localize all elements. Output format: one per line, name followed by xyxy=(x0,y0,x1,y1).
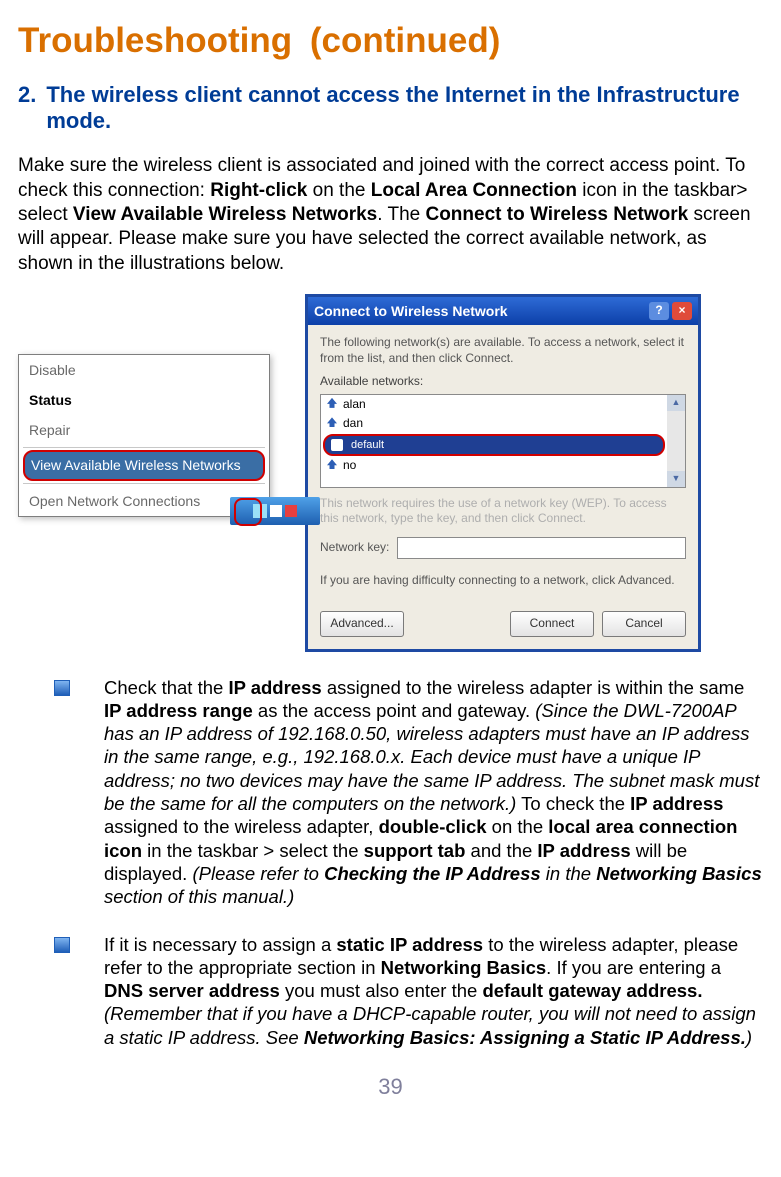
dialog-description: The following network(s) are available. … xyxy=(320,335,686,366)
t: static IP address xyxy=(336,934,483,955)
scrollbar[interactable]: ▲ ▼ xyxy=(667,395,685,487)
intro-b3: View Available Wireless Networks xyxy=(73,204,377,225)
t: and the xyxy=(465,840,537,861)
t: section of this manual.) xyxy=(104,886,294,907)
scroll-down-icon[interactable]: ▼ xyxy=(667,471,685,487)
t: double-click xyxy=(379,816,487,837)
t: you must also enter the xyxy=(280,980,483,1001)
tray-icon[interactable] xyxy=(285,505,297,517)
system-tray xyxy=(230,497,320,525)
bullet-item: Check that the IP address assigned to th… xyxy=(54,676,763,909)
network-item-selected[interactable]: default xyxy=(323,434,665,456)
bullet-icon xyxy=(54,680,70,696)
t: Check that the xyxy=(104,677,228,698)
intro-t2: on the xyxy=(307,180,370,201)
network-key-input[interactable] xyxy=(397,537,686,559)
network-item[interactable]: no xyxy=(321,456,667,476)
t: IP address xyxy=(228,677,321,698)
t: IP address xyxy=(537,840,630,861)
dialog-titlebar: Connect to Wireless Network ? × xyxy=(308,297,698,325)
connect-button[interactable]: Connect xyxy=(510,611,594,637)
t: assigned to the wireless adapter, xyxy=(104,816,379,837)
t: default gateway address. xyxy=(482,980,702,1001)
t: assigned to the wireless adapter is with… xyxy=(322,677,745,698)
bullet-item: If it is necessary to assign a static IP… xyxy=(54,933,763,1049)
help-icon[interactable]: ? xyxy=(649,302,669,320)
intro-b2: Local Area Connection xyxy=(371,180,577,201)
t: Networking Basics xyxy=(596,863,762,884)
t: DNS server address xyxy=(104,980,280,1001)
t: ) xyxy=(746,1027,752,1048)
doc-title: Troubleshooting (continued) xyxy=(18,18,763,64)
page-number: 39 xyxy=(18,1073,763,1102)
close-icon[interactable]: × xyxy=(672,302,692,320)
tray-icon[interactable] xyxy=(270,505,282,517)
t: in the xyxy=(541,863,597,884)
intro-paragraph: Make sure the wireless client is associa… xyxy=(18,154,763,276)
t: as the access point and gateway. xyxy=(253,700,535,721)
t: . If you are entering a xyxy=(546,957,721,978)
t: in the taskbar > select the xyxy=(142,840,364,861)
t: on the xyxy=(487,816,549,837)
ctx-item-disable[interactable]: Disable xyxy=(19,355,269,385)
cancel-button[interactable]: Cancel xyxy=(602,611,686,637)
network-listbox[interactable]: alan dan default no ▲ ▼ xyxy=(320,394,686,488)
intro-t4: . The xyxy=(377,204,425,225)
step-heading: 2. The wireless client cannot access the… xyxy=(18,82,763,135)
intro-b4: Connect to Wireless Network xyxy=(425,204,688,225)
advanced-note: If you are having difficulty connecting … xyxy=(320,573,686,589)
advanced-button[interactable]: Advanced... xyxy=(320,611,404,637)
wep-note: This network requires the use of a netwo… xyxy=(320,496,686,527)
bullet-icon xyxy=(54,937,70,953)
illustration-row: Disable Status Repair View Available Wir… xyxy=(18,294,763,652)
t: support tab xyxy=(364,840,466,861)
network-item[interactable]: dan xyxy=(321,414,667,434)
ctx-item-view-wireless[interactable]: View Available Wireless Networks xyxy=(23,450,265,480)
context-menu: Disable Status Repair View Available Wir… xyxy=(18,354,270,517)
ctx-separator xyxy=(23,447,265,448)
network-key-label: Network key: xyxy=(320,540,389,556)
tray-network-icon[interactable] xyxy=(253,504,267,518)
ctx-item-repair[interactable]: Repair xyxy=(19,415,269,445)
connect-wireless-dialog: Connect to Wireless Network ? × The foll… xyxy=(305,294,701,652)
t: IP address range xyxy=(104,700,253,721)
intro-b1: Right-click xyxy=(210,180,307,201)
context-menu-illustration: Disable Status Repair View Available Wir… xyxy=(18,354,270,517)
bullet-text: If it is necessary to assign a static IP… xyxy=(104,933,763,1049)
dialog-title-text: Connect to Wireless Network xyxy=(314,302,508,320)
ctx-separator xyxy=(23,483,265,484)
available-networks-label: Available networks: xyxy=(320,374,686,390)
t: Networking Basics xyxy=(381,957,547,978)
t: (Please refer to xyxy=(192,863,324,884)
scroll-up-icon[interactable]: ▲ xyxy=(667,395,685,411)
t: IP address xyxy=(630,793,723,814)
t: If it is necessary to assign a xyxy=(104,934,336,955)
bullet-list: Check that the IP address assigned to th… xyxy=(18,676,763,1049)
bullet-text: Check that the IP address assigned to th… xyxy=(104,676,763,909)
network-item[interactable]: alan xyxy=(321,395,667,415)
step-heading-text: The wireless client cannot access the In… xyxy=(46,82,763,135)
ctx-item-status[interactable]: Status xyxy=(19,385,269,415)
t: Checking the IP Address xyxy=(324,863,541,884)
t: Networking Basics: Assigning a Static IP… xyxy=(304,1027,746,1048)
t: To check the xyxy=(516,793,630,814)
step-number: 2. xyxy=(18,82,36,135)
